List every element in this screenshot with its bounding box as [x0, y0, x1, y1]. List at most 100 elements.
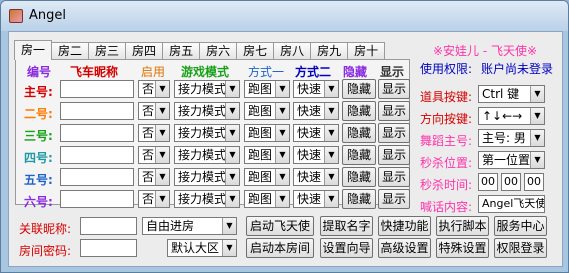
enable-select[interactable]: 否 ▼ — [138, 124, 170, 142]
tab-2[interactable]: 房二 — [51, 42, 90, 59]
nickname-input[interactable] — [60, 168, 134, 186]
chevron-down-icon: ▼ — [155, 169, 169, 185]
start-angel-button[interactable]: 启动飞天使 — [246, 216, 314, 236]
tab-1[interactable]: 房一 — [14, 40, 53, 60]
auto-room-select[interactable]: 自由进房 ▼ — [142, 217, 237, 235]
chevron-down-icon: ▼ — [324, 169, 338, 185]
game-mode-select[interactable]: 接力模式 ▼ — [174, 190, 240, 208]
tab-6[interactable]: 房六 — [199, 42, 238, 59]
hide-button[interactable]: 隐藏 — [342, 79, 376, 99]
chevron-down-icon: ▼ — [324, 147, 338, 163]
enable-select[interactable]: 否 ▼ — [138, 102, 170, 120]
prop-key-select[interactable]: Ctrl 键 ▼ — [478, 85, 545, 103]
kill-time-second[interactable]: 00 — [524, 173, 544, 191]
dance-label: 舞蹈主号: — [420, 134, 473, 148]
dir-key-select[interactable]: ↑↓←→ ▼ — [478, 107, 545, 125]
way1-select[interactable]: 跑图 ▼ — [244, 168, 290, 186]
permission-label: 使用权限: — [420, 62, 473, 76]
kill-position-select[interactable]: 第一位置 ▼ — [478, 151, 545, 169]
tab-9[interactable]: 房九 — [310, 42, 349, 59]
link-nick-input[interactable] — [80, 217, 137, 235]
advanced-settings-button[interactable]: 高级设置 — [378, 238, 431, 258]
tab-10[interactable]: 房十 — [347, 42, 386, 59]
enable-select[interactable]: 否 ▼ — [138, 146, 170, 164]
show-button[interactable]: 显示 — [378, 145, 410, 165]
tab-8[interactable]: 房八 — [273, 42, 312, 59]
way1-select[interactable]: 跑图 ▼ — [244, 124, 290, 142]
room-password-input[interactable] — [80, 239, 137, 257]
nickname-input[interactable] — [60, 146, 134, 164]
shortcut-button[interactable]: 快捷功能 — [378, 216, 431, 236]
show-button[interactable]: 显示 — [378, 101, 410, 121]
game-mode-select[interactable]: 接力模式 ▼ — [174, 124, 240, 142]
service-center-button[interactable]: 服务中心 — [494, 216, 547, 236]
login-button[interactable]: 权限登录 — [494, 238, 547, 258]
start-room-button[interactable]: 启动本房间 — [246, 238, 314, 258]
title-bar[interactable]: Angel — [1, 1, 568, 31]
enable-select[interactable]: 否 ▼ — [138, 190, 170, 208]
show-button[interactable]: 显示 — [378, 123, 410, 143]
run-script-button[interactable]: 执行脚本 — [436, 216, 489, 236]
header-way2: 方式二 — [295, 65, 332, 79]
header-mode: 游戏模式 — [181, 65, 230, 79]
show-button[interactable]: 显示 — [378, 79, 410, 99]
row-label: 二号: — [24, 107, 53, 121]
way1-select[interactable]: 跑图 ▼ — [244, 80, 290, 98]
shout-label: 喊话内容: — [420, 200, 473, 214]
show-button[interactable]: 显示 — [378, 167, 410, 187]
tab-3[interactable]: 房三 — [88, 42, 127, 59]
tab-7[interactable]: 房七 — [236, 42, 275, 59]
hide-button[interactable]: 隐藏 — [342, 123, 376, 143]
header-way1: 方式一 — [248, 65, 285, 79]
chevron-down-icon: ▼ — [155, 81, 169, 97]
chevron-down-icon: ▼ — [155, 103, 169, 119]
dance-select[interactable]: 主号: 男 ▼ — [478, 129, 545, 147]
header-nick: 飞车昵称 — [70, 65, 119, 79]
get-name-button[interactable]: 提取名字 — [320, 216, 373, 236]
kill-time-label: 秒杀时间: — [420, 178, 473, 192]
chevron-down-icon: ▼ — [155, 191, 169, 207]
special-settings-button[interactable]: 特殊设置 — [436, 238, 489, 258]
way2-select[interactable]: 快速 ▼ — [293, 124, 339, 142]
kill-time-hour[interactable]: 00 — [478, 173, 498, 191]
header-hide: 隐藏 — [343, 65, 368, 79]
way1-select[interactable]: 跑图 ▼ — [244, 102, 290, 120]
hide-button[interactable]: 隐藏 — [342, 167, 376, 187]
way1-select[interactable]: 跑图 ▼ — [244, 190, 290, 208]
window-title: Angel — [29, 8, 66, 23]
kill-position-label: 秒杀位置: — [420, 156, 473, 170]
game-mode-select[interactable]: 接力模式 ▼ — [174, 102, 240, 120]
way2-select[interactable]: 快速 ▼ — [293, 146, 339, 164]
game-mode-select[interactable]: 接力模式 ▼ — [174, 146, 240, 164]
chevron-down-icon: ▼ — [275, 147, 289, 163]
tab-4[interactable]: 房四 — [125, 42, 164, 59]
chevron-down-icon: ▼ — [225, 103, 239, 119]
game-mode-select[interactable]: 接力模式 ▼ — [174, 168, 240, 186]
nickname-input[interactable] — [60, 190, 134, 208]
shout-input[interactable]: Angel飞天使 — [478, 195, 545, 213]
default-zone-select[interactable]: 默认大区 ▼ — [167, 239, 237, 257]
tab-5[interactable]: 房五 — [162, 42, 201, 59]
way2-select[interactable]: 快速 ▼ — [293, 80, 339, 98]
enable-select[interactable]: 否 ▼ — [138, 80, 170, 98]
chevron-down-icon: ▼ — [324, 103, 338, 119]
game-mode-select[interactable]: 接力模式 ▼ — [174, 80, 240, 98]
nickname-input[interactable] — [60, 102, 134, 120]
show-button[interactable]: 显示 — [378, 189, 410, 209]
way1-select[interactable]: 跑图 ▼ — [244, 146, 290, 164]
room-password-label: 房间密码: — [19, 244, 72, 258]
kill-time-minute[interactable]: 00 — [501, 173, 521, 191]
way2-select[interactable]: 快速 ▼ — [293, 168, 339, 186]
hide-button[interactable]: 隐藏 — [342, 101, 376, 121]
hide-button[interactable]: 隐藏 — [342, 189, 376, 209]
chevron-down-icon: ▼ — [225, 191, 239, 207]
chevron-down-icon: ▼ — [275, 191, 289, 207]
nickname-input[interactable] — [60, 80, 134, 98]
nickname-input[interactable] — [60, 124, 134, 142]
way2-select[interactable]: 快速 ▼ — [293, 190, 339, 208]
hide-button[interactable]: 隐藏 — [342, 145, 376, 165]
way2-select[interactable]: 快速 ▼ — [293, 102, 339, 120]
row-label: 四号: — [24, 151, 53, 165]
enable-select[interactable]: 否 ▼ — [138, 168, 170, 186]
setup-wizard-button[interactable]: 设置向导 — [320, 238, 373, 258]
